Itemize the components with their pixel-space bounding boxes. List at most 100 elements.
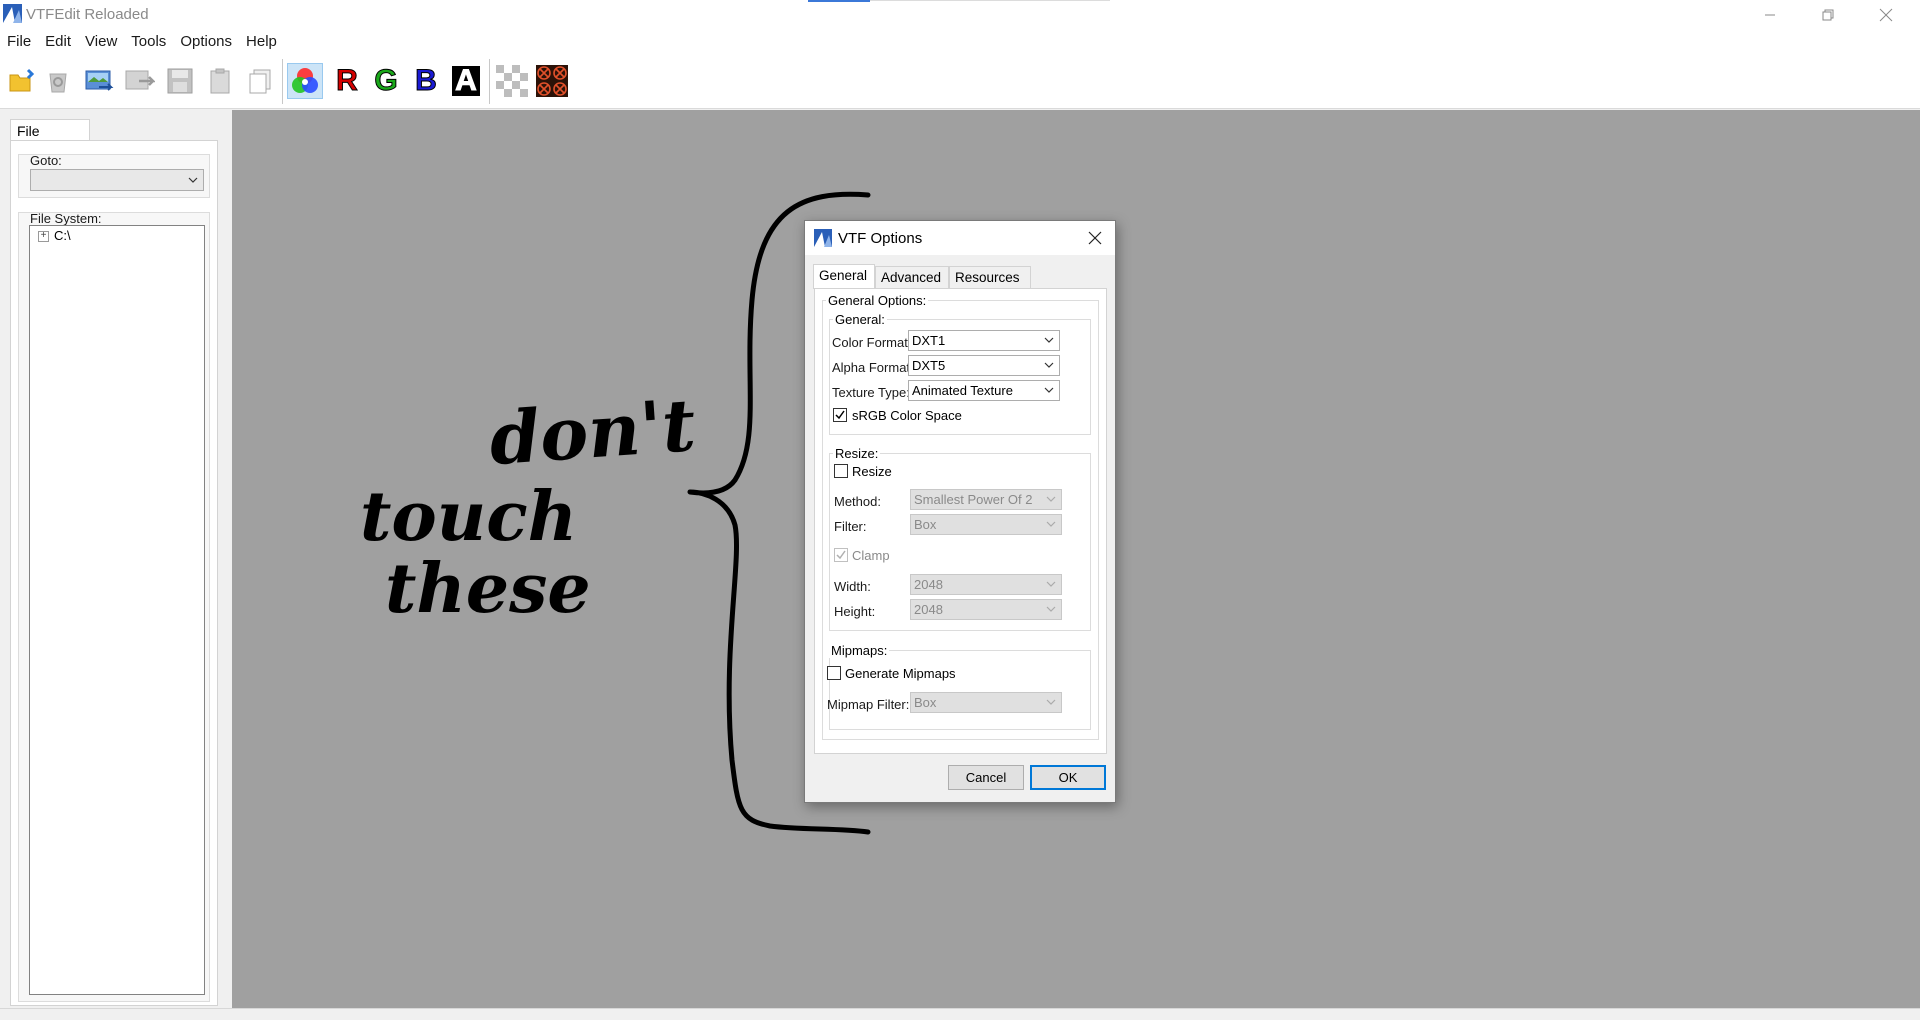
mipmaps-label: Mipmaps: [829,643,890,658]
save-disk-icon [167,68,193,94]
tab-advanced[interactable]: Advanced [875,266,949,288]
menu-tools[interactable]: Tools [124,29,173,53]
recycle-button[interactable] [40,63,76,99]
expand-icon[interactable]: + [38,231,49,242]
general-tab-page: General Options: General: Color Format: … [814,288,1107,754]
import-image-icon [85,70,114,91]
restore-button[interactable] [1799,0,1857,29]
goto-label: Goto: [30,153,62,168]
color-wheel-icon [292,68,318,93]
save-button[interactable] [162,63,198,99]
vtfedit-app-icon [814,229,832,247]
clamp-label: Clamp [852,548,890,563]
tile-pattern-icon [536,65,568,97]
tile-toggle-button[interactable] [534,63,570,99]
texture-type-dropdown[interactable]: Animated Texture [908,380,1060,401]
chevron-down-icon [1046,496,1056,502]
alpha-format-label: Alpha Format: [832,360,914,375]
method-dropdown[interactable]: Smallest Power Of 2 [910,489,1062,510]
general-options-label: General Options: [826,293,929,308]
mipmap-filter-dropdown[interactable]: Box [910,692,1062,713]
mipmap-filter-value: Box [914,695,937,710]
resize-label: Resize: [833,446,881,461]
alpha-channel-label: A [452,65,480,96]
color-format-label: Color Format: [832,335,912,350]
export-icon [125,70,155,90]
generate-mipmaps-label: Generate Mipmaps [845,666,956,681]
restore-icon [1822,9,1834,20]
menu-file[interactable]: File [0,29,38,53]
cancel-button[interactable]: Cancel [948,765,1024,790]
tab-file-system[interactable]: File System [10,119,90,155]
menu-view[interactable]: View [78,29,124,53]
chevron-down-icon [1046,581,1056,587]
width-dropdown[interactable]: 2048 [910,574,1062,595]
dialog-title-bar: VTF Options [805,221,1115,255]
close-icon [1088,231,1102,245]
open-folder-icon [9,68,35,92]
toolbar: R G B A [0,53,1920,109]
height-dropdown[interactable]: 2048 [910,599,1062,620]
minimize-button[interactable] [1741,0,1799,29]
toolbar-separator [489,59,490,104]
texture-type-value: Animated Texture [912,383,1013,398]
chevron-down-icon [1044,387,1054,393]
export-button[interactable] [122,63,158,99]
color-format-dropdown[interactable]: DXT1 [908,330,1060,351]
chevron-down-icon [188,177,198,183]
rgb-channel-button[interactable] [287,63,323,99]
alpha-format-value: DXT5 [912,358,946,373]
srgb-checkbox[interactable] [833,408,847,422]
close-window-button[interactable] [1857,0,1915,29]
open-button[interactable] [4,63,40,99]
toolbar-separator [282,59,283,104]
blue-channel-label: B [415,64,438,97]
transparency-toggle-button[interactable] [494,63,530,99]
paste-button[interactable] [202,63,238,99]
green-channel-button[interactable]: G [368,63,404,99]
red-channel-button[interactable]: R [329,63,365,99]
menu-edit[interactable]: Edit [38,29,78,53]
red-channel-label: R [336,64,359,97]
clipboard-icon [210,68,230,94]
import-button[interactable] [82,63,118,99]
clamp-checkbox[interactable] [834,548,848,562]
title-bar: VTFEdit Reloaded [0,0,1920,29]
title-accent [808,0,870,2]
dialog-close-button[interactable] [1083,226,1107,250]
checkmark-icon [835,410,845,420]
alpha-channel-button[interactable]: A [448,63,484,99]
color-format-value: DXT1 [912,333,946,348]
copy-button[interactable] [242,63,278,99]
filter-dropdown[interactable]: Box [910,514,1062,535]
alpha-format-dropdown[interactable]: DXT5 [908,355,1060,376]
menu-options[interactable]: Options [173,29,239,53]
status-bar [0,1008,1920,1020]
goto-dropdown[interactable] [30,169,204,191]
checkmark-icon [836,550,846,560]
filter-label: Filter: [834,519,867,534]
tab-general[interactable]: General [813,264,875,289]
ok-button[interactable]: OK [1030,765,1106,790]
file-tree[interactable]: + C:\ [29,225,205,995]
menu-help[interactable]: Help [239,29,284,53]
mipmaps-group [829,650,1091,730]
resize-checkbox-label: Resize [852,464,892,479]
tree-item-c-drive[interactable]: C:\ [54,228,71,243]
green-channel-label: G [374,64,398,97]
generate-mipmaps-checkbox[interactable] [827,666,841,680]
width-label: Width: [834,579,871,594]
blue-channel-button[interactable]: B [408,63,444,99]
resize-checkbox[interactable] [834,464,848,478]
chevron-down-icon [1046,606,1056,612]
chevron-down-icon [1046,699,1056,705]
left-panel: File System Goto: File System: + C:\ [0,110,232,1008]
tab-resources[interactable]: Resources [949,266,1031,288]
dialog-title: VTF Options [838,230,923,247]
checkerboard-icon [496,65,528,97]
chevron-down-icon [1046,521,1056,527]
method-label: Method: [834,494,881,509]
height-value: 2048 [914,602,943,617]
title-accent-line [870,0,1110,1]
copy-pages-icon [249,69,271,94]
